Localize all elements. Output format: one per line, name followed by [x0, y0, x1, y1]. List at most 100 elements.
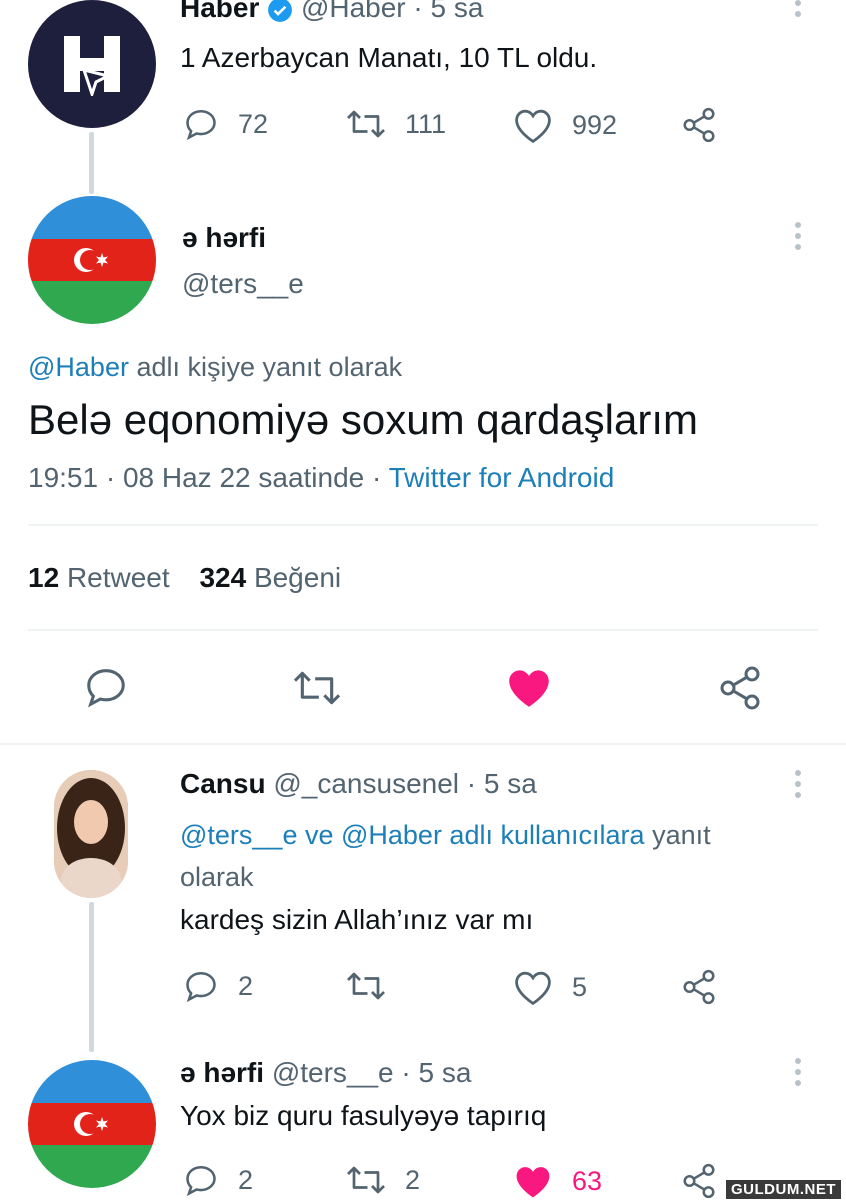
reply2-reply-button[interactable]: 2 [182, 1162, 253, 1198]
share-icon [683, 969, 715, 1005]
retweet-count: 12 [28, 562, 60, 593]
reply1-handle[interactable]: @_cansusenel [273, 768, 459, 799]
verified-badge-icon [268, 0, 293, 22]
divider-2 [28, 629, 818, 631]
site-watermark: GULDUM.NET [726, 1180, 841, 1199]
reply2-like-count: 63 [572, 1165, 603, 1196]
main-more-icon[interactable] [793, 222, 803, 250]
reply1-time[interactable]: · 5 sa [467, 768, 537, 799]
tweet1-retweet-button[interactable]: 111 [345, 106, 446, 142]
retweet-label: Retweet [66, 562, 170, 593]
crescent-star-icon [74, 247, 108, 272]
reply1-retweet-button[interactable] [345, 968, 387, 1004]
az-flag [28, 1060, 156, 1188]
divider-1 [28, 524, 818, 526]
thread-line-1 [89, 132, 94, 194]
main-reply-mention[interactable]: @Haber [28, 352, 129, 382]
reply2-retweet-button[interactable]: 2 [345, 1162, 420, 1198]
main-name[interactable]: ə hərfi [182, 222, 266, 254]
heart-icon [515, 109, 551, 144]
reply2-text: Yox biz quru fasulyəyə tapırıq [180, 1100, 547, 1131]
reply1-more-icon[interactable] [793, 770, 803, 798]
flag-green-band [28, 281, 156, 324]
share-icon [683, 1163, 715, 1199]
main-stats: 12 Retweet 324 Beğeni [28, 562, 341, 594]
reply2-more-icon[interactable] [793, 1058, 803, 1086]
tweet1-header: Haber @Haber · 5 sa [180, 0, 483, 24]
tweet1-name[interactable]: Haber [180, 0, 259, 23]
share-icon [720, 666, 760, 710]
user-photo-icon [54, 770, 128, 898]
reply2-handle[interactable]: @ters__e [272, 1057, 394, 1088]
retweet-icon [347, 972, 385, 1000]
tweet1-handle[interactable]: @Haber [301, 0, 406, 23]
tweet1-reply-count: 72 [238, 108, 269, 139]
heart-icon [515, 971, 551, 1006]
reply2-retweet-count: 2 [405, 1164, 421, 1195]
reply1-like-button[interactable]: 5 [512, 968, 587, 1006]
reply-icon [87, 669, 125, 708]
haber-avatar[interactable] [28, 0, 156, 128]
share-icon [683, 107, 715, 143]
reply1-context-suffix2: olarak [180, 862, 254, 892]
haber-logo [28, 0, 156, 128]
flag-red-band [28, 238, 156, 282]
reply-icon [186, 109, 216, 141]
reply1-text: kardeş sizin Allah’ınız var mı [180, 904, 534, 935]
main-timestamp[interactable]: 19:51 · 08 Haz 22 saatinde · [28, 462, 381, 493]
az-flag [28, 196, 156, 324]
reply2-reply-count: 2 [238, 1164, 254, 1195]
main-reply-context: @Haber adlı kişiye yanıt olarak [28, 352, 402, 383]
like-count: 324 [199, 562, 247, 593]
reply1-context-suffix: yanıt [652, 820, 711, 850]
main-like-button[interactable] [504, 664, 554, 710]
main-reply-button[interactable] [82, 664, 130, 710]
flag-green-band [28, 1145, 156, 1188]
reply1-context: @ters__e ve @Haber adlı kullanıcılara ya… [180, 814, 800, 898]
thread-line-2 [89, 902, 94, 1052]
retweet-icon [347, 110, 385, 138]
main-reply-suffix: adlı kişiye yanıt olarak [136, 352, 403, 382]
tweet1-like-button[interactable]: 992 [512, 106, 617, 144]
reply1-mentions[interactable]: @ters__e ve @Haber adlı kullanıcılara [180, 820, 645, 850]
tweet1-text: 1 Azerbaycan Manatı, 10 TL oldu. [180, 42, 598, 73]
retweet-icon [293, 671, 341, 705]
main-source[interactable]: Twitter for Android [389, 462, 615, 493]
flag-red-band [28, 1102, 156, 1146]
reply1-share-button[interactable] [680, 968, 718, 1006]
reply1-reply-button[interactable]: 2 [182, 968, 253, 1004]
ters-e-avatar[interactable] [28, 196, 156, 324]
haber-h-icon [64, 36, 120, 96]
main-meta: 19:51 · 08 Haz 22 saatinde · Twitter for… [28, 462, 614, 494]
flag-blue-band [28, 1060, 156, 1103]
tweet1-like-count: 992 [572, 109, 618, 140]
reply-icon [186, 1165, 216, 1197]
heart-filled-icon [516, 1167, 550, 1198]
reply2-like-button[interactable]: 63 [512, 1162, 602, 1200]
retweet-icon [347, 1166, 385, 1194]
reply2-avatar[interactable] [28, 1060, 156, 1188]
main-tweet-text: Belə eqonomiyə soxum qardaşlarım [28, 396, 698, 443]
flag-blue-band [28, 196, 156, 239]
reply-icon [186, 971, 216, 1003]
reply2-header: ə hərfi @ters__e · 5 sa [180, 1057, 471, 1089]
cansu-avatar[interactable] [54, 770, 128, 898]
crescent-star-icon [74, 1111, 108, 1136]
heart-filled-icon [509, 670, 549, 707]
reply2-name[interactable]: ə hərfi [180, 1057, 264, 1088]
retweet-stat[interactable]: 12 Retweet [28, 562, 177, 593]
main-handle[interactable]: @ters__e [182, 268, 304, 300]
like-stat[interactable]: 324 Beğeni [199, 562, 341, 593]
reply1-name[interactable]: Cansu [180, 768, 266, 799]
tweet1-reply-button[interactable]: 72 [182, 106, 268, 142]
tweet1-share-button[interactable] [680, 106, 718, 144]
main-share-button[interactable] [716, 664, 764, 712]
like-label: Beğeni [253, 562, 342, 593]
main-retweet-button[interactable] [290, 666, 344, 710]
reply2-share-button[interactable] [680, 1162, 718, 1200]
reply1-header: Cansu @_cansusenel · 5 sa [180, 768, 537, 800]
reply1-reply-count: 2 [238, 970, 254, 1001]
tweet1-time[interactable]: · 5 sa [413, 0, 483, 23]
tweet1-more-icon[interactable] [793, 0, 803, 17]
reply2-time[interactable]: · 5 sa [401, 1057, 471, 1088]
